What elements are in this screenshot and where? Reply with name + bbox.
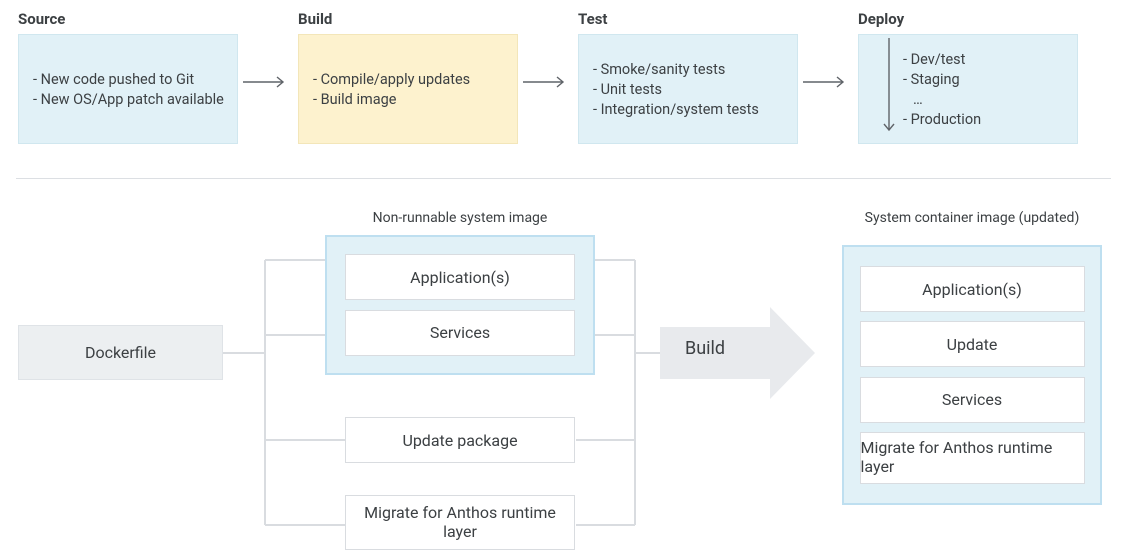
- stage-box-source: - New code pushed to Git - New OS/App pa…: [18, 34, 238, 144]
- output-layer-migrate: Migrate for Anthos runtime layer: [860, 432, 1085, 484]
- output-layer-update: Update: [860, 321, 1085, 367]
- output-layer-services: Services: [860, 377, 1085, 423]
- stage-title: Build: [298, 10, 518, 28]
- stage-item: - Build image: [313, 91, 507, 109]
- stage-item: - Production: [903, 111, 1067, 129]
- output-label: System container image (updated): [842, 210, 1102, 226]
- stage-title: Deploy: [858, 10, 1078, 28]
- migrate-layer-box: Migrate for Anthos runtime layer: [345, 495, 575, 550]
- layer-box-applications: Application(s): [345, 254, 575, 300]
- stage-box-build: - Compile/apply updates - Build image: [298, 34, 518, 144]
- build-diagram: Non-runnable system image System contain…: [0, 195, 1127, 555]
- pipeline-stage-test: Test - Smoke/sanity tests - Unit tests -…: [578, 10, 798, 144]
- nonrunnable-label: Non-runnable system image: [325, 210, 595, 226]
- stage-item: - Dev/test: [903, 51, 1067, 69]
- pipeline-row: Source - New code pushed to Git - New OS…: [18, 10, 1078, 148]
- build-label: Build: [685, 338, 725, 359]
- arrow-down-icon: [882, 38, 896, 142]
- arrow-right-icon: [518, 38, 578, 148]
- arrow-right-icon: [798, 38, 858, 148]
- stage-item: - Smoke/sanity tests: [593, 61, 787, 79]
- stage-item: - New OS/App patch available: [33, 91, 227, 109]
- stage-title: Source: [18, 10, 238, 28]
- arrow-right-icon: [238, 38, 298, 148]
- nonrunnable-frame: Application(s) Services: [325, 235, 595, 375]
- stage-title: Test: [578, 10, 798, 28]
- stage-box-test: - Smoke/sanity tests - Unit tests - Inte…: [578, 34, 798, 144]
- stage-item: …: [903, 91, 1067, 109]
- output-frame: Application(s) Update Services Migrate f…: [842, 245, 1102, 505]
- pipeline-stage-build: Build - Compile/apply updates - Build im…: [298, 10, 518, 144]
- output-layer-applications: Application(s): [860, 266, 1085, 312]
- section-divider: [16, 178, 1111, 179]
- layer-box-services: Services: [345, 310, 575, 356]
- stage-item: - New code pushed to Git: [33, 71, 227, 89]
- stage-item: - Unit tests: [593, 81, 787, 99]
- stage-item: - Compile/apply updates: [313, 71, 507, 89]
- stage-item: - Staging: [903, 71, 1067, 89]
- dockerfile-box: Dockerfile: [18, 325, 223, 380]
- pipeline-stage-source: Source - New code pushed to Git - New OS…: [18, 10, 238, 144]
- stage-item: - Integration/system tests: [593, 101, 787, 119]
- update-package-box: Update package: [345, 417, 575, 463]
